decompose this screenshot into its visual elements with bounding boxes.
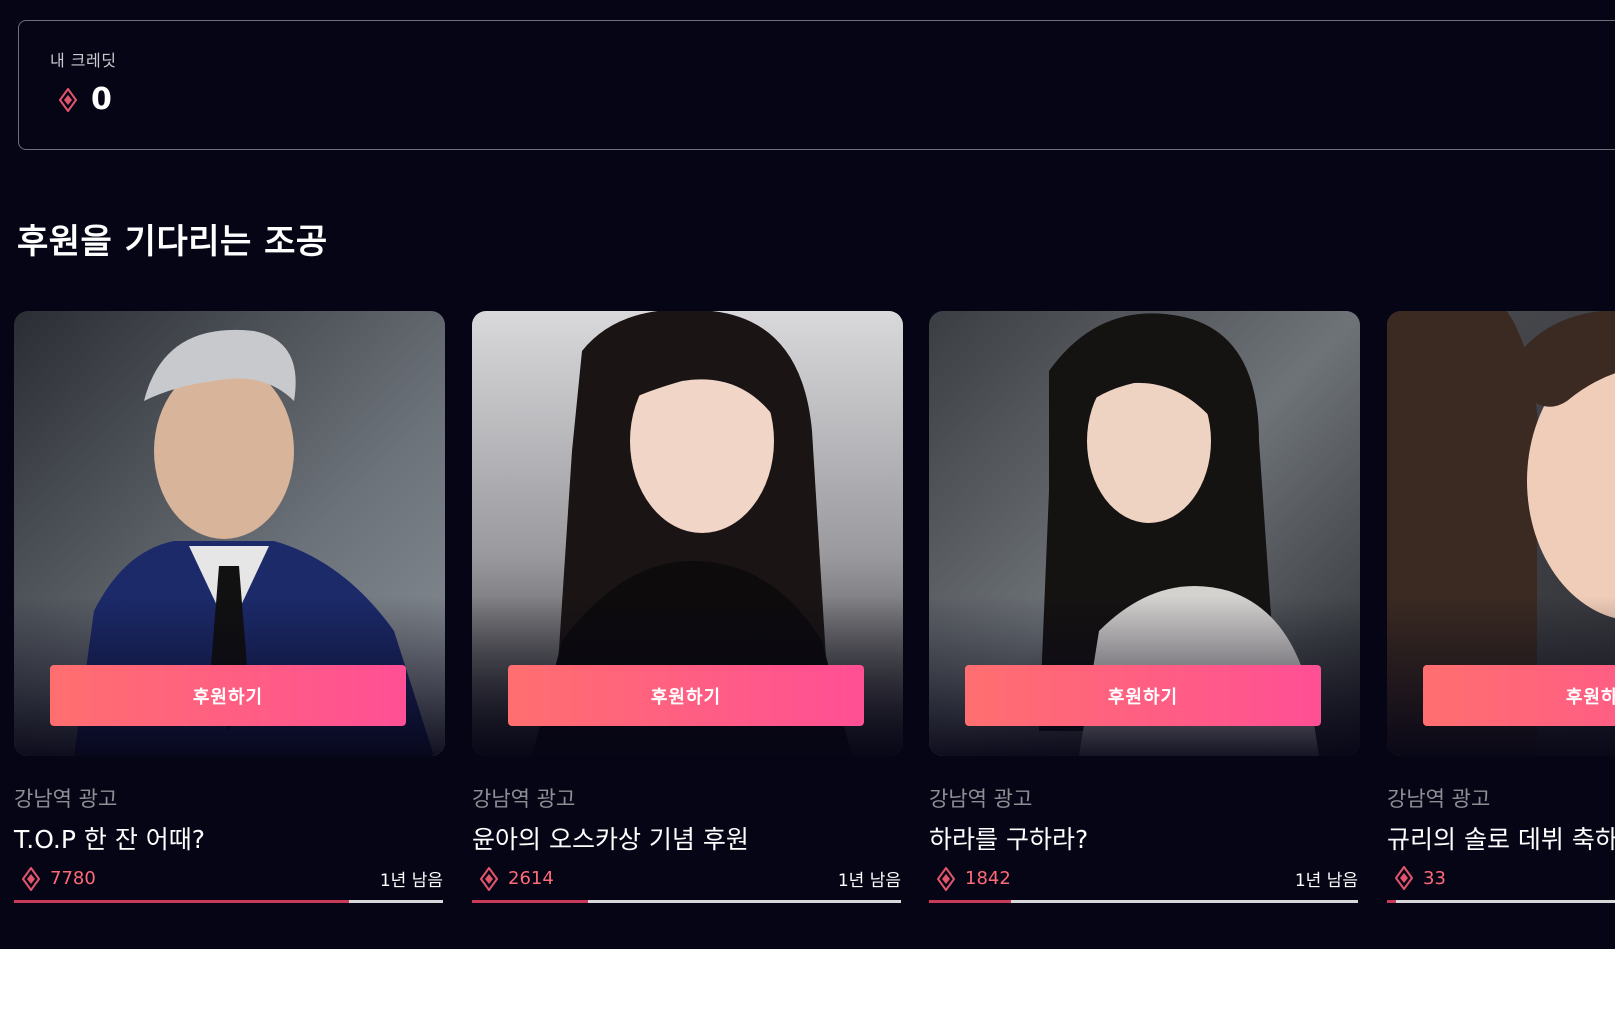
card-image[interactable]: 후원하기 (14, 311, 445, 756)
progress-fill (1387, 900, 1396, 903)
diamond-gem-icon (1395, 866, 1413, 890)
card-title[interactable]: 윤아의 오스카상 기념 후원 (472, 820, 749, 856)
credit-label: 내 크레딧 (50, 51, 117, 70)
card-amount: 7780 (50, 868, 96, 889)
progress-fill (929, 900, 1011, 903)
diamond-gem-icon (22, 866, 40, 891)
card-amount: 33 (1423, 867, 1446, 889)
sponsor-button[interactable]: 후원하기 (50, 665, 406, 726)
card-image[interactable]: 후원하기 (929, 311, 1360, 756)
card-meta: 33 (1395, 866, 1615, 890)
progress-bar (929, 900, 1358, 903)
support-card[interactable]: 후원하기 강남역 광고 하라를 구하라? 1842 1년 남음 (929, 311, 1360, 903)
credit-value: 0 (91, 82, 112, 117)
support-card[interactable]: 후원하기 강남역 광고 T.O.P 한 잔 어때? 7780 1년 남음 (14, 311, 445, 903)
progress-bar (14, 900, 443, 903)
card-meta: 2614 1년 남음 (480, 866, 901, 891)
card-category: 강남역 광고 (14, 787, 118, 811)
progress-fill (472, 900, 588, 903)
card-image[interactable]: 후원하기 (1387, 311, 1615, 756)
sponsor-button[interactable]: 후원하기 (1423, 665, 1615, 726)
card-category: 강남역 광고 (1387, 787, 1491, 811)
sponsor-button[interactable]: 후원하기 (508, 665, 864, 726)
progress-bar (472, 900, 901, 903)
credit-value-row: 0 (59, 85, 112, 115)
section-title: 후원을 기다리는 조공 (17, 222, 328, 262)
diamond-gem-icon (480, 866, 498, 891)
progress-bar (1387, 900, 1615, 903)
card-title[interactable]: T.O.P 한 잔 어때? (14, 820, 205, 856)
card-meta: 1842 1년 남음 (937, 866, 1358, 891)
card-image[interactable]: 후원하기 (472, 311, 903, 756)
credit-panel: 내 크레딧 0 (18, 20, 1615, 150)
support-card[interactable]: 후원하기 강남역 광고 규리의 솔로 데뷔 축하 33 (1387, 311, 1615, 903)
sponsor-button[interactable]: 후원하기 (965, 665, 1321, 726)
card-category: 강남역 광고 (929, 787, 1033, 811)
progress-fill (14, 900, 349, 903)
card-title[interactable]: 하라를 구하라? (929, 820, 1088, 856)
page: 내 크레딧 0 후원을 기다리는 조공 후원하기 강남역 광고 T.O.P 한 … (0, 0, 1615, 949)
diamond-gem-icon (59, 88, 77, 112)
card-title[interactable]: 규리의 솔로 데뷔 축하 (1387, 820, 1615, 856)
time-remaining: 1년 남음 (837, 871, 901, 891)
time-remaining: 1년 남음 (1294, 871, 1358, 891)
diamond-gem-icon (937, 866, 955, 891)
time-remaining: 1년 남음 (379, 871, 443, 891)
card-meta: 7780 1년 남음 (22, 866, 443, 891)
card-amount: 2614 (508, 868, 554, 889)
support-card[interactable]: 후원하기 강남역 광고 윤아의 오스카상 기념 후원 2614 1년 남음 (472, 311, 903, 903)
card-amount: 1842 (965, 868, 1011, 889)
card-category: 강남역 광고 (472, 787, 576, 811)
